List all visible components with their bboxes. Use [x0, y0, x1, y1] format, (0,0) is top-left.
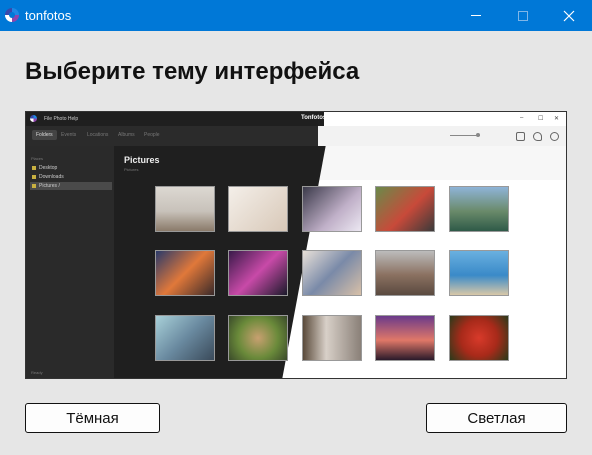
minimize-button[interactable] [453, 0, 499, 31]
light-theme-button[interactable]: Светлая [426, 403, 567, 433]
sunset-jump-photo [375, 315, 435, 361]
theme-preview-image: – ☐ ✕ File Photo Help Tonfotos Folders E… [25, 111, 567, 379]
preview-tab-locations: Locations [87, 132, 109, 138]
window-title-bar[interactable]: tonfotos [0, 0, 592, 31]
concert-lights-photo [155, 250, 215, 296]
preview-menu: File Photo Help [44, 116, 79, 122]
maximize-icon [518, 10, 528, 21]
fireworks-photo [228, 250, 288, 296]
minimize-icon [471, 15, 481, 16]
preview-content-subtitle: Pictures [124, 167, 139, 172]
preview-folder-item: Downloads [30, 173, 112, 181]
camera-woman-photo [302, 250, 362, 296]
laptop-desk-photo [302, 186, 362, 232]
corridor-photo [302, 315, 362, 361]
old-town-photo [375, 250, 435, 296]
preview-tabs-light [318, 126, 566, 146]
preview-folder-item-selected: Pictures / [30, 182, 112, 190]
app-logo-icon [5, 8, 19, 22]
dark-theme-button[interactable]: Тёмная [25, 403, 160, 433]
preview-content-title: Pictures [124, 155, 160, 165]
preview-tab-events: Events [61, 132, 77, 138]
close-button[interactable] [546, 0, 592, 31]
preview-heart-icon [533, 132, 542, 141]
maximize-button [500, 0, 546, 31]
preview-folder-item: Desktop [30, 164, 112, 172]
preview-sidebar-label: Places [31, 156, 44, 161]
preview-settings-icon [550, 132, 559, 141]
preview-tab-albums: Albums [118, 132, 135, 138]
preview-dark-titlebar: File Photo Help Tonfotos [26, 112, 566, 126]
preview-tab-folders: Folders [32, 130, 57, 140]
preview-zoom-knob [476, 133, 480, 137]
man-relaxing-photo [228, 186, 288, 232]
preview-app-name: Tonfotos [301, 115, 327, 121]
window-title: tonfotos [25, 8, 72, 23]
preview-info-icon [516, 132, 525, 141]
preview-status: Ready [31, 370, 43, 375]
man-sunglasses-photo [155, 315, 215, 361]
mountain-lake-photo [449, 186, 509, 232]
preview-tab-people: People [144, 132, 160, 138]
preview-light-header [316, 146, 566, 180]
beach-photo [449, 250, 509, 296]
close-icon [563, 10, 575, 21]
preview-app-logo-icon [30, 115, 37, 122]
couple-photo [375, 186, 435, 232]
apples-photo [449, 315, 509, 361]
woman-yoga-photo [155, 186, 215, 232]
hands-circle-photo [228, 315, 288, 361]
page-title: Выберите тему интерфейса [25, 58, 360, 85]
